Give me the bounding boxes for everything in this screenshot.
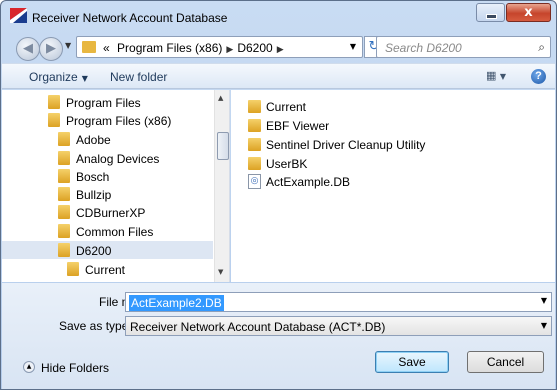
folder-icon xyxy=(48,95,60,109)
tree-item-label: Adobe xyxy=(76,133,111,147)
cancel-button[interactable]: Cancel xyxy=(467,351,544,373)
file-name: Sentinel Driver Cleanup Utility xyxy=(266,138,426,152)
save-dialog: Receiver Network Account Database x ◀ ▶ … xyxy=(0,0,557,390)
app-icon xyxy=(10,8,27,23)
scroll-up-icon[interactable]: ▲ xyxy=(218,94,223,102)
address-bar[interactable]: « Program Files (x86) ▶ D6200 ▶ ▼ xyxy=(76,36,363,58)
breadcrumb-overflow[interactable]: « xyxy=(103,41,110,55)
folder-icon xyxy=(248,138,261,151)
tree-item-label: Program Files (x86) xyxy=(66,114,172,128)
back-button[interactable]: ◀ xyxy=(16,37,40,61)
breadcrumb-item[interactable]: D6200 xyxy=(237,41,272,55)
chevron-down-icon: ▼ xyxy=(499,72,507,81)
folder-icon xyxy=(67,262,79,276)
breadcrumb: « Program Files (x86) ▶ D6200 ▶ xyxy=(103,41,288,55)
title-bar[interactable]: Receiver Network Account Database x xyxy=(1,1,556,31)
forward-arrow-icon: ▶ xyxy=(46,41,56,56)
chevron-up-icon: ▲ xyxy=(23,361,35,373)
folder-icon xyxy=(58,151,70,165)
file-name-value[interactable]: ActExample2.DB xyxy=(129,295,224,311)
folder-icon xyxy=(248,157,261,170)
new-folder-button[interactable]: New folder xyxy=(110,70,167,84)
file-name: UserBK xyxy=(266,157,308,171)
folder-icon xyxy=(58,132,70,146)
file-name-field[interactable]: ActExample2.DB ▼ xyxy=(125,292,552,312)
file-name: ActExample.DB xyxy=(266,175,351,189)
save-options-panel: File name: ActExample2.DB ▼ Save as type… xyxy=(2,283,555,389)
save-as-type-label: Save as type: xyxy=(59,319,132,333)
minimize-button[interactable] xyxy=(476,3,505,22)
organize-label: Organize xyxy=(29,70,78,84)
navigation-scrollbar[interactable]: ▲ ▼ xyxy=(214,90,229,282)
folder-icon xyxy=(248,119,261,132)
scroll-down-icon[interactable]: ▼ xyxy=(218,268,223,276)
breadcrumb-item[interactable]: Program Files (x86) xyxy=(117,41,222,55)
change-view-button[interactable]: ▦ ▼ xyxy=(486,69,506,82)
chevron-down-icon[interactable]: ▼ xyxy=(541,296,547,305)
forward-button[interactable]: ▶ xyxy=(39,37,63,61)
organize-menu[interactable]: Organize ▼ xyxy=(29,70,88,84)
recent-pages-dropdown[interactable]: ▼ xyxy=(65,41,71,50)
hide-folders-label: Hide Folders xyxy=(41,361,110,375)
search-input[interactable]: Search D6200 ⌕ xyxy=(376,36,551,58)
window-title: Receiver Network Account Database xyxy=(32,11,228,25)
help-button[interactable]: ? xyxy=(531,69,546,84)
address-dropdown-icon[interactable]: ▼ xyxy=(350,42,356,51)
folder-icon xyxy=(58,224,70,238)
folder-icon xyxy=(58,205,70,219)
tree-item-label: Program Files xyxy=(66,96,141,110)
folder-icon xyxy=(248,100,261,113)
command-toolbar: Organize ▼ New folder ▦ ▼ ? xyxy=(2,63,555,89)
tree-item-label: Bosch xyxy=(76,170,110,184)
scrollbar-thumb[interactable] xyxy=(217,132,229,160)
tree-item-label: Analog Devices xyxy=(76,152,160,166)
chevron-down-icon[interactable]: ▼ xyxy=(541,321,547,330)
search-icon[interactable]: ⌕ xyxy=(538,40,545,55)
navigation-pane: Program Files Program Files (x86) Adobe … xyxy=(2,90,230,282)
chevron-right-icon[interactable]: ▶ xyxy=(277,45,284,55)
search-placeholder: Search D6200 xyxy=(385,41,462,55)
save-as-type-value: Receiver Network Account Database (ACT*.… xyxy=(130,320,386,334)
tree-item-label: Common Files xyxy=(76,225,154,239)
chevron-right-icon[interactable]: ▶ xyxy=(226,45,233,55)
folder-icon xyxy=(58,169,70,183)
folder-icon xyxy=(58,187,70,201)
tree-item-selected[interactable]: D6200 xyxy=(2,241,213,259)
back-arrow-icon: ◀ xyxy=(23,41,33,56)
folder-icon xyxy=(82,41,96,53)
tree-item-label: Current xyxy=(85,263,126,277)
file-name: Current xyxy=(266,100,307,114)
database-file-icon: ◎ xyxy=(248,174,261,189)
tree-item-label: D6200 xyxy=(76,244,112,258)
folder-icon xyxy=(58,243,70,257)
view-grid-icon: ▦ xyxy=(486,69,497,82)
save-button[interactable]: Save xyxy=(375,351,449,373)
close-button[interactable]: x xyxy=(506,3,551,22)
save-as-type-select[interactable]: Receiver Network Account Database (ACT*.… xyxy=(125,316,552,336)
tree-item-label: Bullzip xyxy=(76,188,112,202)
chevron-down-icon: ▼ xyxy=(81,74,88,83)
tree-item-label: CDBurnerXP xyxy=(76,206,146,220)
file-list: Current EBF Viewer Sentinel Driver Clean… xyxy=(231,90,555,282)
file-name: EBF Viewer xyxy=(266,119,330,133)
folder-icon xyxy=(48,113,60,127)
